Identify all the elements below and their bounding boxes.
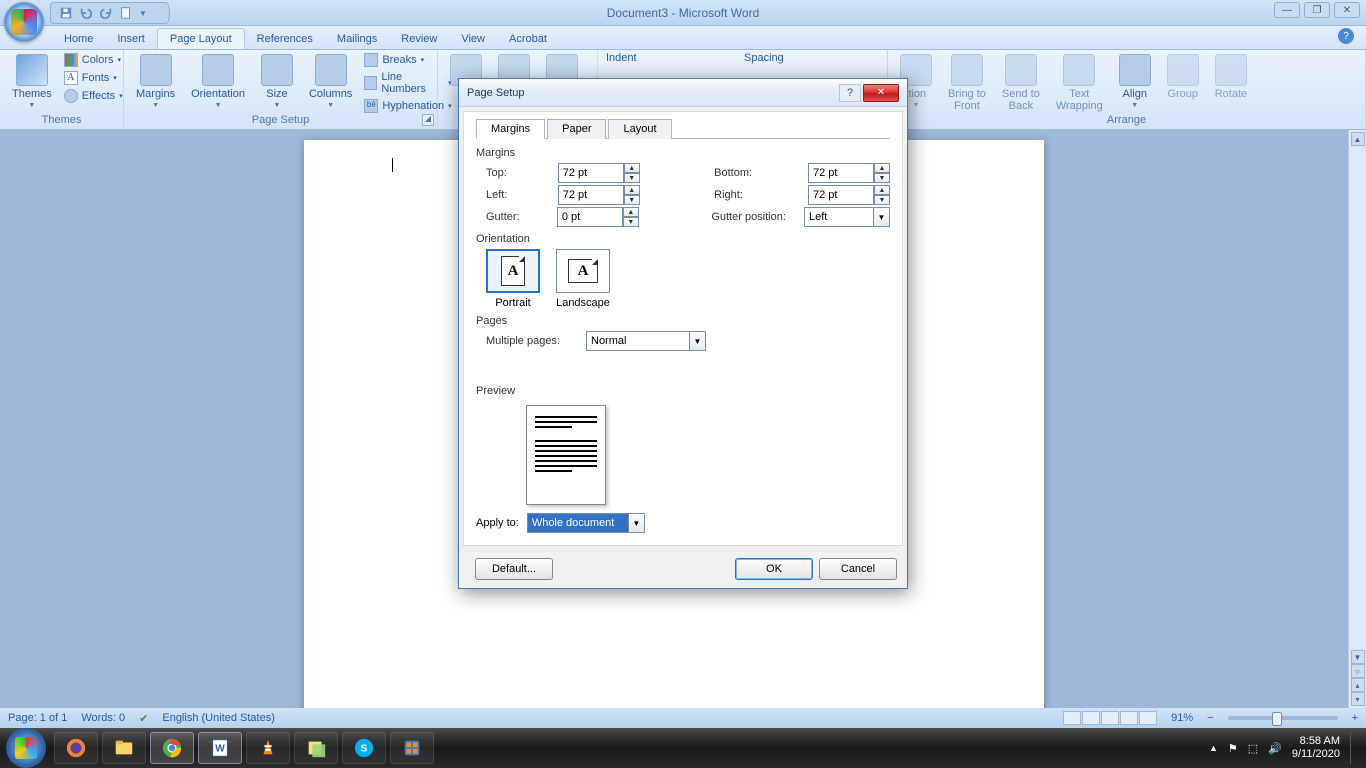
dialog-tabs: Margins Paper Layout (476, 118, 890, 139)
gutter-position-label: Gutter position: (711, 211, 804, 223)
dialog-tab-layout[interactable]: Layout (608, 119, 671, 139)
spin-up-icon[interactable]: ▲ (624, 163, 640, 173)
gutter-input[interactable] (557, 207, 623, 227)
dialog-help-button[interactable]: ? (839, 84, 861, 102)
spin-down-icon[interactable]: ▼ (624, 173, 640, 183)
dialog-titlebar[interactable]: Page Setup ? ✕ (459, 79, 907, 107)
cancel-button[interactable]: Cancel (819, 558, 897, 580)
spin-down-icon[interactable]: ▼ (874, 173, 890, 183)
ok-button[interactable]: OK (735, 558, 813, 580)
apply-to-select[interactable] (527, 513, 629, 533)
landscape-label: Landscape (556, 297, 610, 309)
landscape-option[interactable]: A (556, 249, 610, 293)
right-input[interactable] (808, 185, 874, 205)
section-orientation-label: Orientation (476, 233, 890, 245)
bottom-label: Bottom: (714, 167, 808, 179)
left-input[interactable] (558, 185, 624, 205)
modal-overlay: Page Setup ? ✕ Margins Paper Layout Marg… (0, 0, 1366, 768)
default-button[interactable]: Default... (475, 558, 553, 580)
right-label: Right: (714, 189, 808, 201)
preview-thumbnail (526, 405, 606, 505)
spin-up-icon[interactable]: ▲ (874, 163, 890, 173)
apply-to-label: Apply to: (476, 517, 519, 529)
top-input[interactable] (558, 163, 624, 183)
page-setup-dialog: Page Setup ? ✕ Margins Paper Layout Marg… (458, 78, 908, 589)
section-preview-label: Preview (476, 385, 890, 397)
multiple-pages-label: Multiple pages: (486, 335, 586, 347)
bottom-input[interactable] (808, 163, 874, 183)
gutter-position-select[interactable] (804, 207, 874, 227)
section-pages-label: Pages (476, 315, 890, 327)
multiple-pages-select[interactable] (586, 331, 690, 351)
top-label: Top: (486, 167, 558, 179)
dropdown-icon[interactable]: ▼ (874, 207, 890, 227)
dialog-close-button[interactable]: ✕ (863, 84, 899, 102)
section-margins-label: Margins (476, 147, 890, 159)
portrait-label: Portrait (495, 297, 530, 309)
dialog-tab-margins[interactable]: Margins (476, 119, 545, 139)
left-label: Left: (486, 189, 558, 201)
dialog-title: Page Setup (467, 87, 525, 99)
dropdown-icon[interactable]: ▼ (629, 513, 645, 533)
portrait-option[interactable]: A (486, 249, 540, 293)
dropdown-icon[interactable]: ▼ (690, 331, 706, 351)
gutter-label: Gutter: (486, 211, 557, 223)
dialog-tab-paper[interactable]: Paper (547, 119, 606, 139)
